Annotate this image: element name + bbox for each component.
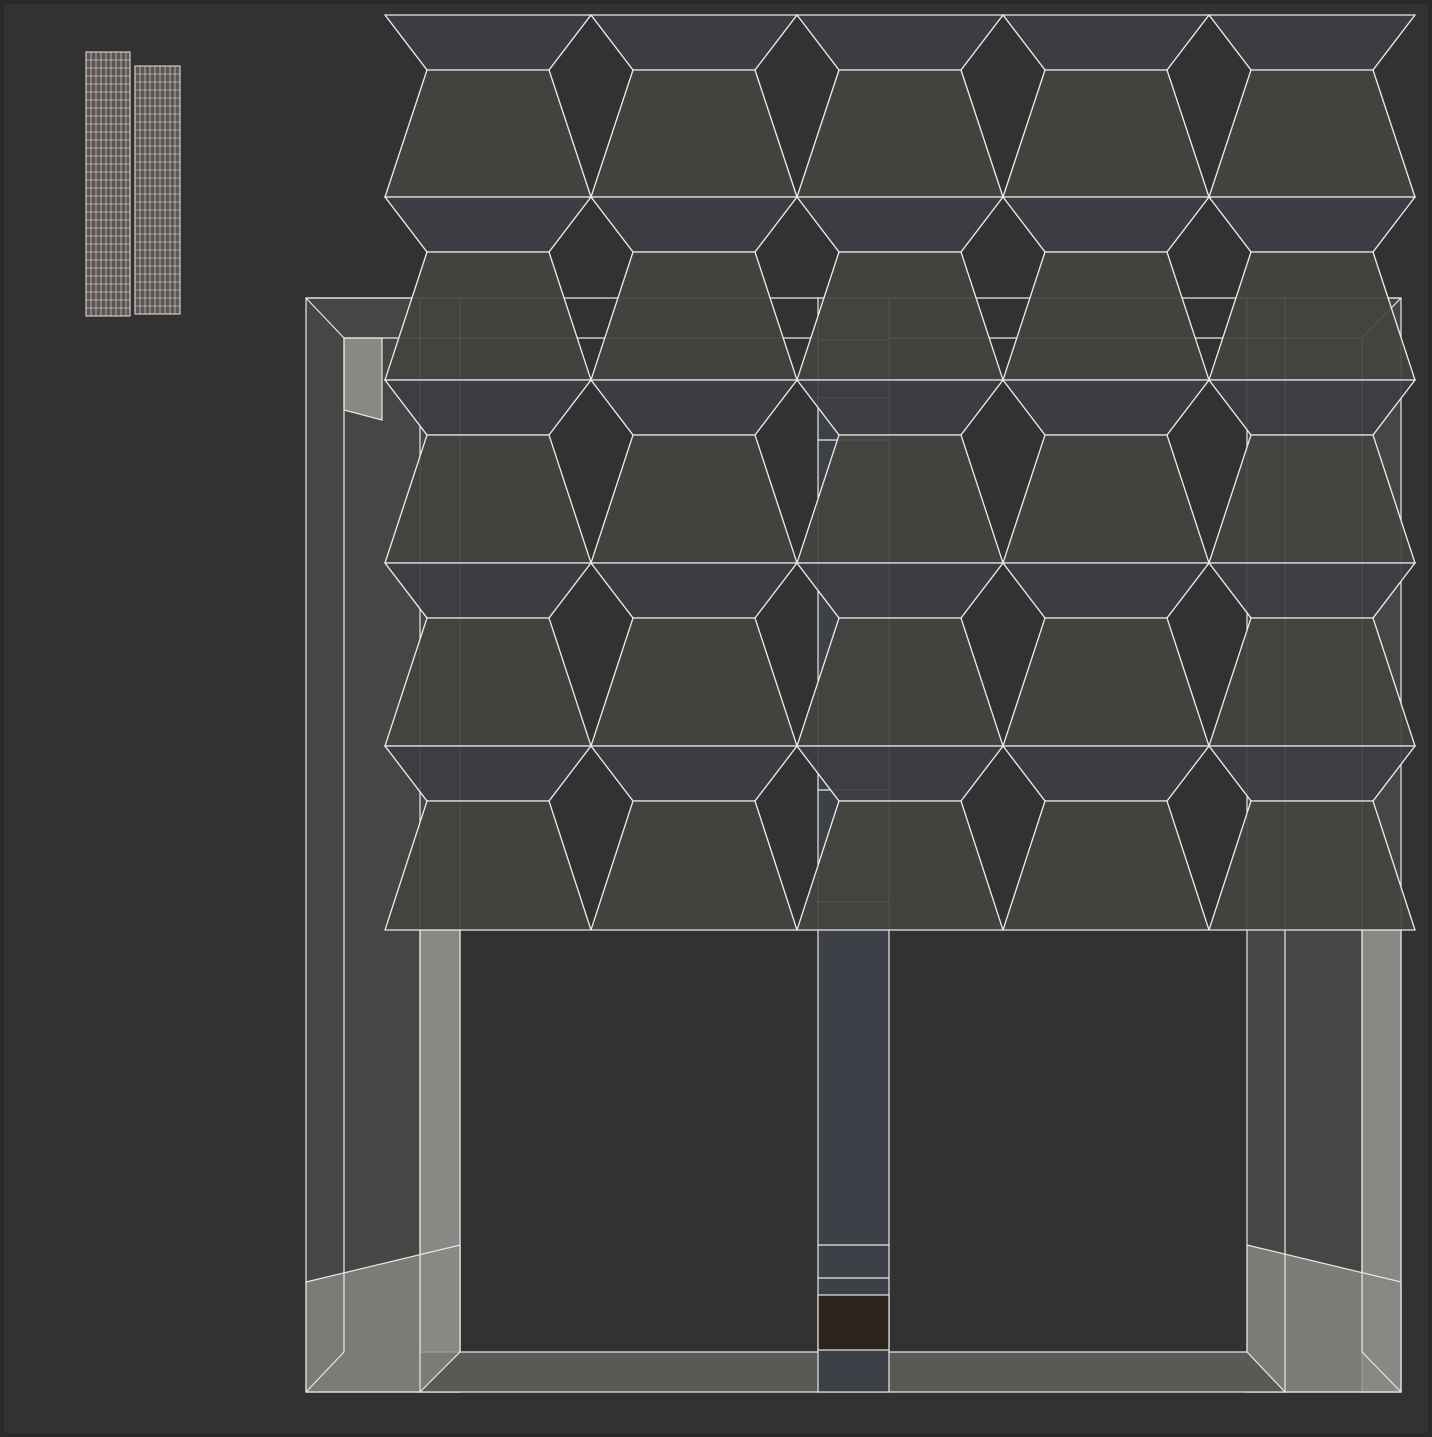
panel-cell bbox=[589, 14, 799, 198]
uv-editor-viewport[interactable] bbox=[0, 0, 1432, 1437]
panel-cell bbox=[1001, 745, 1211, 931]
uv-strip bbox=[85, 51, 131, 317]
center-strip-dark-block bbox=[817, 1294, 890, 1351]
panel-cell bbox=[383, 379, 593, 564]
panel-cell bbox=[795, 745, 1005, 931]
panel-cell bbox=[589, 379, 799, 564]
panel-cell bbox=[1207, 196, 1417, 381]
panel-cell bbox=[1001, 562, 1211, 747]
panel-cell bbox=[1207, 379, 1417, 564]
panel-cell bbox=[1001, 379, 1211, 564]
panel-cell bbox=[589, 562, 799, 747]
panel-cell bbox=[383, 745, 593, 931]
panel-cell bbox=[1207, 745, 1417, 931]
panel-cell bbox=[589, 196, 799, 381]
panel-cell bbox=[795, 14, 1005, 198]
left-leg-top-face bbox=[343, 337, 383, 421]
panel-cell bbox=[589, 745, 799, 931]
uv-layout-canvas[interactable] bbox=[0, 0, 1432, 1437]
panel-cell bbox=[1001, 196, 1211, 381]
panel-cell bbox=[383, 562, 593, 747]
panel-cell bbox=[383, 14, 593, 198]
panel-cell bbox=[795, 562, 1005, 747]
panel-cell bbox=[383, 196, 593, 381]
panel-cell bbox=[1207, 562, 1417, 747]
panel-cell bbox=[1207, 14, 1417, 198]
panel-cell bbox=[795, 196, 1005, 381]
uv-strip bbox=[134, 65, 181, 315]
panel-cell bbox=[795, 379, 1005, 564]
panel-uv-island bbox=[383, 14, 1417, 931]
panel-cell bbox=[1001, 14, 1211, 198]
